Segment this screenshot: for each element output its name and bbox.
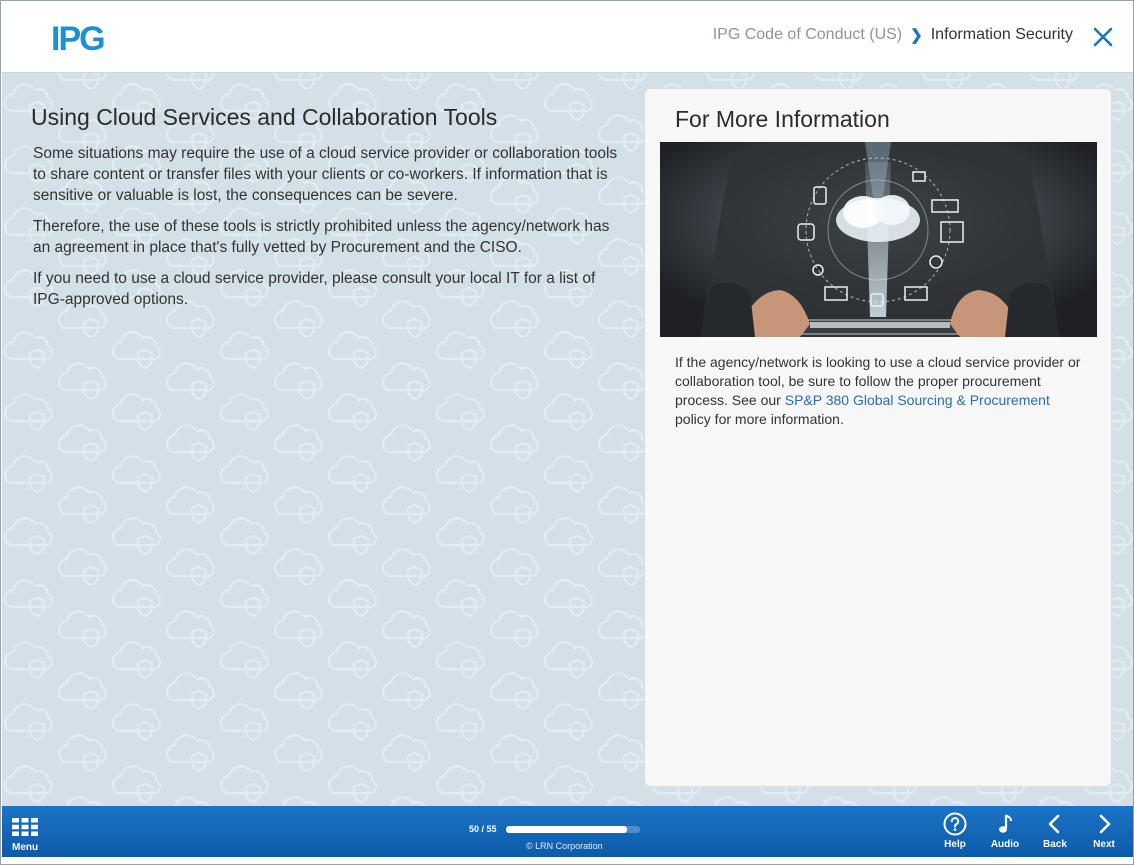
back-label: Back (1043, 839, 1067, 850)
footer-edge (1, 857, 1133, 864)
footer-bar: Menu 50 / 55 © LRN Corporation Help Audi… (2, 806, 1133, 857)
breadcrumb-current: Information Security (930, 26, 1073, 43)
back-button[interactable]: Back (1035, 812, 1075, 854)
chevron-left-icon (1048, 814, 1060, 834)
progress-bar (505, 825, 640, 833)
page-count: 50 / 55 (469, 824, 497, 834)
info-text-after: policy for more information. (675, 411, 844, 427)
music-note-icon (999, 814, 1012, 833)
more-info-card: For More Information If the agency/netwo… (644, 88, 1112, 787)
body-paragraph: Therefore, the use of these tools is str… (33, 218, 610, 256)
next-label: Next (1093, 839, 1115, 850)
menu-button[interactable]: Menu (12, 818, 52, 854)
menu-label: Menu (12, 842, 39, 853)
header-bar: IPG IPG Code of Conduct (US) ❯ Informati… (1, 1, 1133, 73)
main-text-column: Using Cloud Services and Collaboration T… (31, 103, 621, 320)
logo-text: IPG (51, 20, 106, 58)
tablet-cloud-image (660, 142, 1097, 337)
body-paragraph: If you need to use a cloud service provi… (33, 270, 596, 308)
chevron-right-icon: ❯ (910, 27, 923, 44)
content-area: Using Cloud Services and Collaboration T… (2, 73, 1133, 806)
audio-button[interactable]: Audio (985, 812, 1025, 854)
progress-indicator: 50 / 55 (469, 824, 640, 834)
grid-menu-icon (12, 818, 38, 836)
policy-link[interactable]: SP&P 380 Global Sourcing & Procurement (785, 392, 1050, 408)
help-icon (943, 812, 967, 836)
breadcrumb: IPG Code of Conduct (US) ❯ Information S… (713, 26, 1073, 44)
page-title: Using Cloud Services and Collaboration T… (31, 104, 498, 130)
ipg-logo: IPG (51, 20, 106, 58)
progress-fill (505, 825, 628, 833)
card-title: For More Information (675, 106, 890, 132)
close-icon[interactable] (1091, 25, 1115, 49)
next-button[interactable]: Next (1084, 812, 1124, 854)
audio-label: Audio (990, 839, 1020, 850)
chevron-right-icon (1099, 814, 1111, 834)
help-label: Help (944, 839, 966, 850)
course-window: IPG IPG Code of Conduct (US) ❯ Informati… (0, 0, 1134, 865)
copyright-text: © LRN Corporation (526, 841, 603, 851)
help-button[interactable]: Help (935, 812, 975, 854)
more-info-text: If the agency/network is looking to use … (675, 353, 1085, 429)
breadcrumb-course[interactable]: IPG Code of Conduct (US) (713, 26, 902, 44)
body-paragraph: Some situations may require the use of a… (33, 145, 618, 204)
